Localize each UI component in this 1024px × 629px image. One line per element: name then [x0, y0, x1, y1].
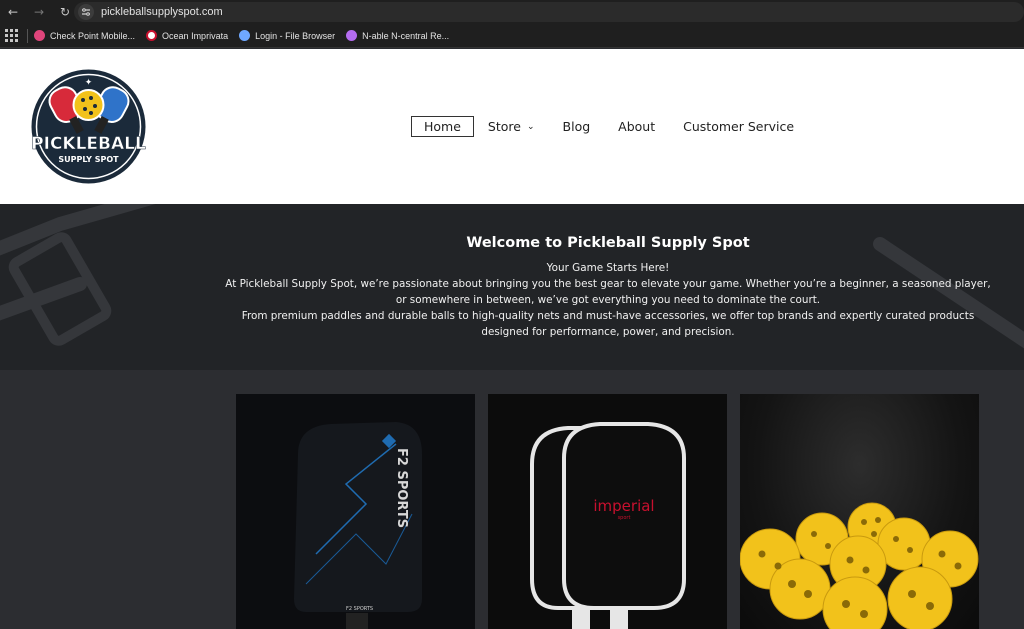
- main-navigation: Home Store ⌄ Blog About Customer Service: [411, 116, 822, 137]
- bookmark-label: Ocean Imprivata: [162, 30, 229, 41]
- back-icon[interactable]: ←: [3, 2, 23, 22]
- pickleball-supply-spot-logo[interactable]: ✦ PICKLEBALL SUPPLY SPOT: [30, 69, 147, 184]
- nav-blog[interactable]: Blog: [563, 119, 591, 134]
- nav-about[interactable]: About: [618, 119, 655, 134]
- chevron-down-icon: ⌄: [526, 121, 535, 132]
- imprivata-icon: [146, 30, 158, 41]
- bookmark-check-point[interactable]: Check Point Mobile...: [34, 30, 135, 41]
- apps-grid-icon[interactable]: [5, 28, 19, 43]
- bookmark-ocean-imprivata[interactable]: Ocean Imprivata: [146, 30, 228, 41]
- bookmark-file-browser[interactable]: Login - File Browser: [239, 30, 335, 41]
- product-grid: F2 SPORTS F2 SPORTS imperial sport: [0, 370, 1024, 629]
- check-point-icon: [34, 30, 45, 41]
- f2-small-text: F2 SPORTS: [346, 606, 373, 612]
- hero-section: Welcome to Pickleball Supply Spot Your G…: [0, 204, 1024, 370]
- bookmarks-divider: [27, 28, 28, 43]
- hero-tagline: Your Game Starts Here!: [546, 262, 670, 274]
- reload-icon[interactable]: ↻: [55, 2, 75, 22]
- nav-store[interactable]: Store ⌄: [488, 119, 535, 134]
- nav-home[interactable]: Home: [411, 116, 474, 137]
- bookmark-label: Check Point Mobile...: [50, 30, 136, 41]
- svg-text:✦: ✦: [85, 78, 93, 88]
- nav-customer-service[interactable]: Customer Service: [683, 119, 794, 134]
- logo-wordmark: PICKLEBALL: [31, 134, 146, 154]
- bookmark-label: N-able N-central Re...: [362, 30, 450, 41]
- url-text: pickleballsupplyspot.com: [101, 6, 223, 18]
- hero-title: Welcome to Pickleball Supply Spot: [466, 235, 750, 251]
- site-info-icon[interactable]: [78, 4, 94, 20]
- n-able-icon: [346, 30, 358, 41]
- file-browser-icon: [239, 30, 251, 41]
- bookmark-label: Login - File Browser: [255, 30, 336, 41]
- f2-paddle-image: F2 SPORTS F2 SPORTS: [294, 422, 422, 629]
- site-header: ✦ PICKLEBALL SUPPLY SPOT Home Store ⌄ Bl…: [0, 49, 1024, 204]
- imperial-paddles-image: imperial sport: [530, 422, 686, 629]
- hero-paragraph-line: From premium paddles and durable balls t…: [241, 310, 975, 322]
- bookmark-n-able[interactable]: N-able N-central Re...: [346, 30, 449, 41]
- forward-icon[interactable]: →: [29, 2, 49, 22]
- nav-store-label: Store: [487, 119, 521, 134]
- imperial-brand-text: imperial: [593, 497, 654, 515]
- hero-paragraph-line: or somewhere in between, we’ve got every…: [395, 294, 821, 306]
- address-bar[interactable]: pickleballsupplyspot.com: [74, 2, 1024, 22]
- logo-subtitle: SUPPLY SPOT: [58, 155, 119, 164]
- hero-paragraph-line: At Pickleball Supply Spot, we’re passion…: [225, 278, 991, 290]
- f2-brand-text: F2 SPORTS: [394, 448, 409, 528]
- pickleballs-image: [740, 502, 979, 629]
- product-card-pickleballs[interactable]: [740, 394, 979, 629]
- product-card-imperial-paddles[interactable]: imperial sport: [488, 394, 727, 629]
- bookmarks-bar: Check Point Mobile... Ocean Imprivata Lo…: [0, 24, 1024, 48]
- hero-paragraph-line: designed for performance, power, and pre…: [481, 326, 735, 338]
- imperial-sub-text: sport: [618, 515, 631, 521]
- product-card-f2-paddle[interactable]: F2 SPORTS F2 SPORTS: [236, 394, 475, 629]
- browser-toolbar: ← → ↻ pickleballsupplyspot.com: [0, 0, 1024, 24]
